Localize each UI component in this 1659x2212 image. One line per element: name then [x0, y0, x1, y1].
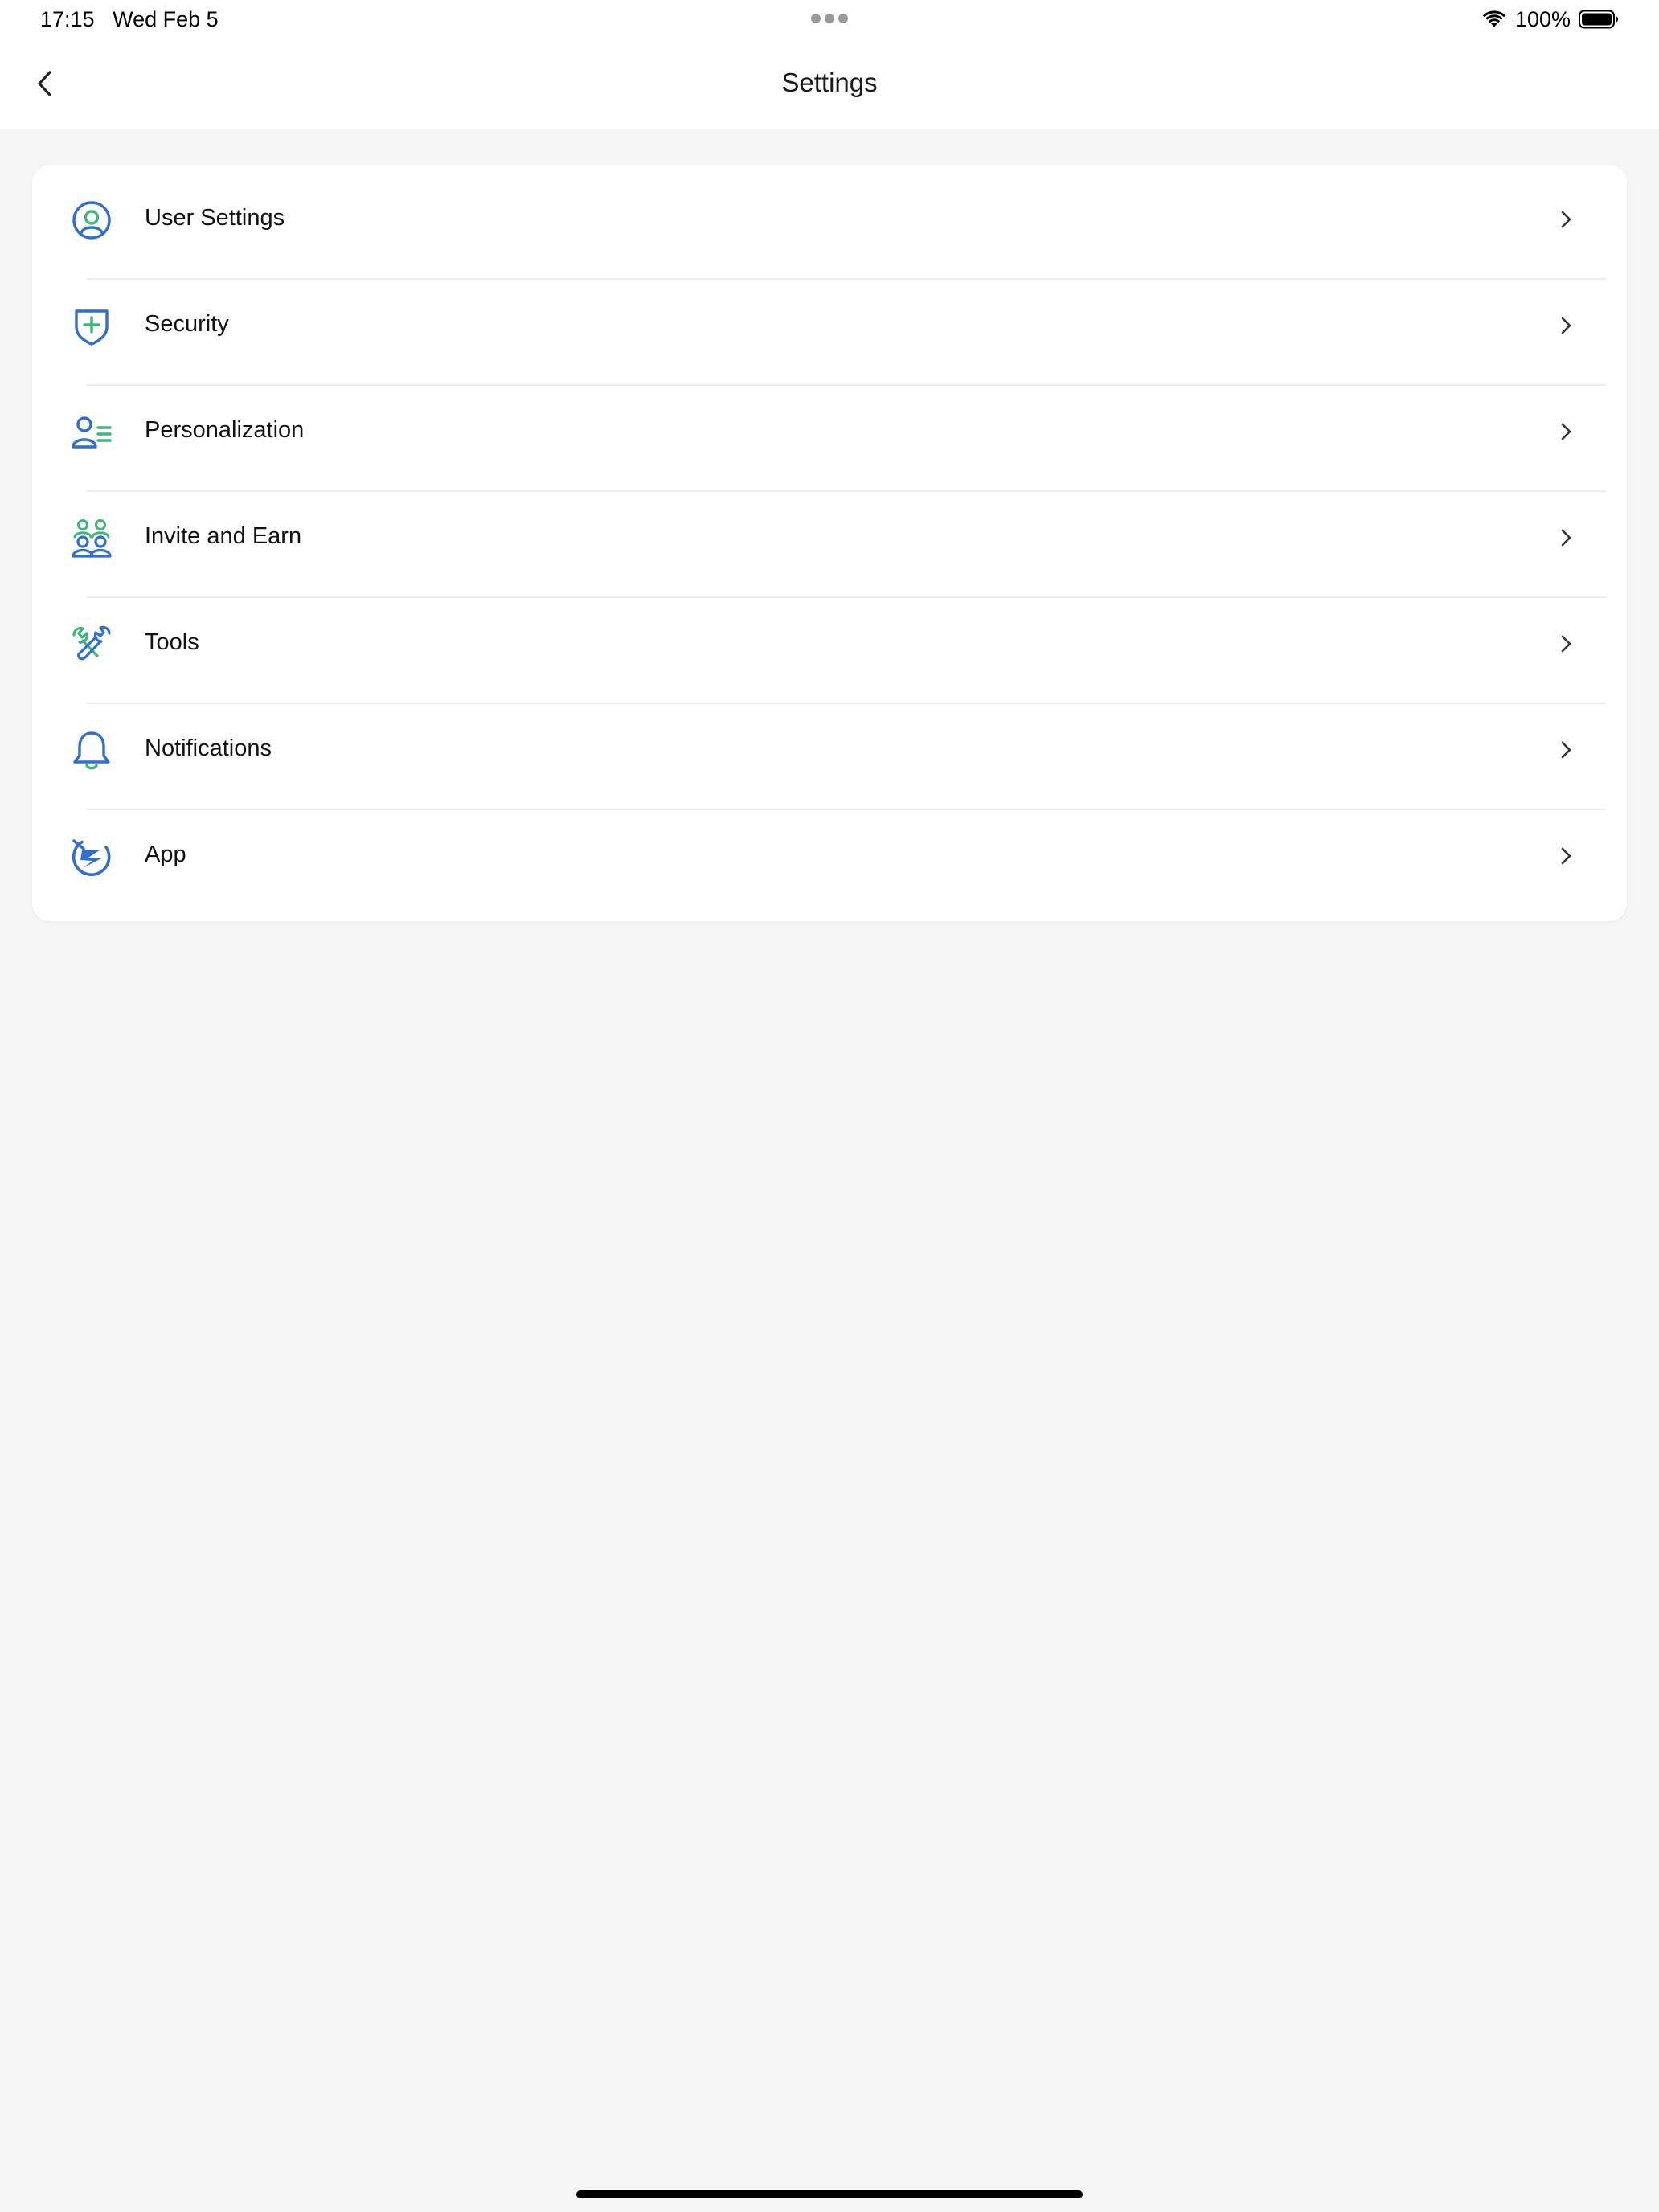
chevron-right-icon: [1561, 529, 1571, 547]
battery-icon: [1579, 10, 1618, 29]
menu-item-security[interactable]: Security: [32, 271, 1627, 376]
menu-item-label: User Settings: [145, 205, 285, 231]
battery-percentage: 100%: [1514, 6, 1571, 31]
status-clock: 17:15: [40, 7, 95, 31]
menu-item-tools[interactable]: Tools: [32, 589, 1627, 694]
menu-item-label: Invite and Earn: [145, 523, 302, 549]
menu-item-label: Security: [145, 311, 229, 337]
app-logo-icon: [72, 839, 111, 876]
chevron-right-icon: [1561, 423, 1571, 440]
home-indicator[interactable]: [576, 2190, 1083, 2198]
shield-plus-icon: [75, 309, 109, 346]
user-circle-icon: [72, 201, 111, 240]
wifi-icon: [1482, 10, 1506, 27]
menu-item-label: Personalization: [145, 417, 305, 443]
status-time: 17:15 Wed Feb 5: [40, 6, 219, 32]
bell-icon: [73, 731, 110, 770]
page-title: Settings: [781, 68, 878, 97]
menu-item-personalization[interactable]: Personalization: [32, 377, 1627, 482]
top-bar: 17:15 Wed Feb 5 100% Settings: [0, 0, 1659, 129]
status-date: Wed Feb 5: [113, 7, 219, 31]
menu-item-label: App: [145, 842, 186, 867]
chevron-right-icon: [1561, 211, 1571, 228]
chevron-right-icon: [1561, 741, 1571, 759]
status-indicators: 100%: [1481, 5, 1619, 34]
settings-card: User Settings Security Personalization I…: [32, 165, 1627, 921]
multitasking-dots-icon[interactable]: [811, 14, 848, 23]
chevron-right-icon: [1561, 847, 1571, 865]
menu-item-label: Tools: [145, 629, 199, 655]
menu-item-app[interactable]: App: [32, 801, 1627, 907]
menu-item-invite-and-earn[interactable]: Invite and Earn: [32, 483, 1627, 588]
chevron-right-icon: [1561, 317, 1571, 334]
group-icon: [72, 519, 112, 558]
user-list-icon: [72, 416, 112, 449]
menu-item-user-settings[interactable]: User Settings: [32, 165, 1627, 270]
menu-item-notifications[interactable]: Notifications: [32, 695, 1627, 801]
chevron-right-icon: [1561, 635, 1571, 653]
menu-item-label: Notifications: [145, 735, 272, 761]
wrench-icon: [72, 625, 111, 661]
